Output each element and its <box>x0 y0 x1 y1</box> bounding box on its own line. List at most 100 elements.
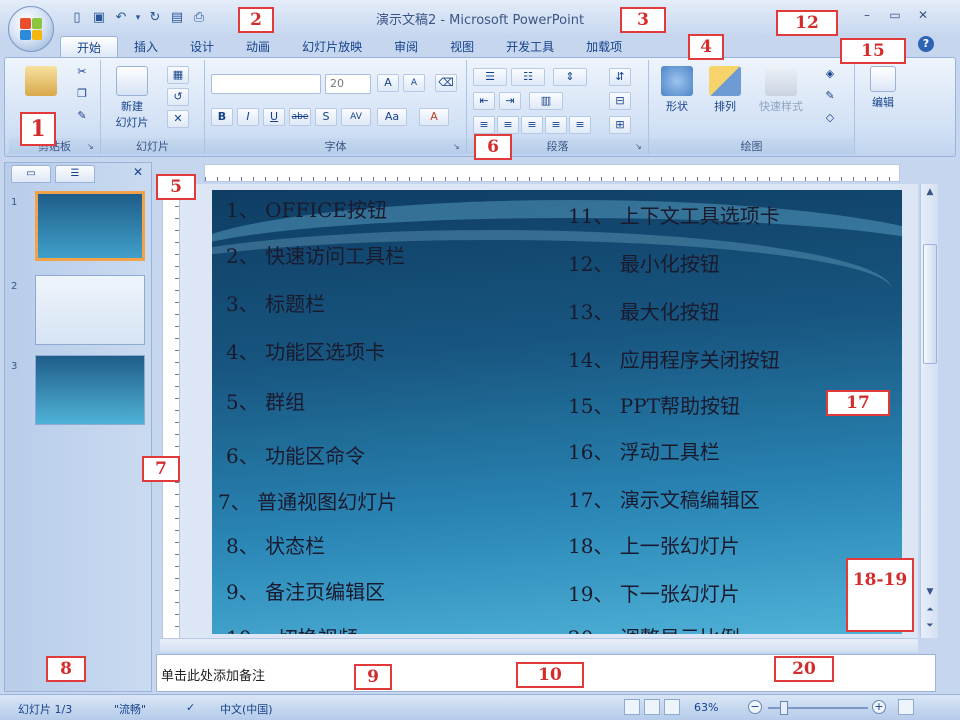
shapes-button[interactable]: 形状 <box>655 66 699 114</box>
tab-view[interactable]: 视图 <box>434 36 490 58</box>
close-button[interactable]: ✕ <box>912 6 934 24</box>
maximize-button[interactable]: ▭ <box>884 6 906 24</box>
new-slide-label: 新建 <box>121 100 143 113</box>
underline-button[interactable]: U <box>263 108 285 126</box>
font-launcher-icon[interactable]: ↘ <box>453 142 463 152</box>
previous-slide-button[interactable]: ⏶ <box>922 602 938 618</box>
tab-animation[interactable]: 动画 <box>230 36 286 58</box>
group-font: 20 A A ⌫ B I U abe S AV Aa A 字体 ↘ <box>205 60 467 154</box>
arrange-button[interactable]: 排列 <box>703 66 747 114</box>
shadow-button[interactable]: S <box>315 108 337 126</box>
new-file-icon[interactable]: ▯ <box>68 9 86 27</box>
undo-icon[interactable]: ↶ <box>112 9 130 27</box>
numbering-icon[interactable]: ☷ <box>511 68 545 86</box>
bold-button[interactable]: B <box>211 108 233 126</box>
bullets-icon[interactable]: ☰ <box>473 68 507 86</box>
vertical-scrollbar[interactable]: ▲ ▼ ⏶ ⏷ <box>920 184 938 638</box>
zoom-in-button[interactable]: + <box>872 700 886 714</box>
next-slide-button[interactable]: ⏷ <box>922 618 938 634</box>
tab-design[interactable]: 设计 <box>174 36 230 58</box>
shape-effects-icon[interactable]: ◇ <box>819 110 841 128</box>
align-text-icon[interactable]: ⊟ <box>609 92 631 110</box>
slides-tab[interactable]: ▭ <box>11 165 51 183</box>
spell-check-icon[interactable]: ✓ <box>186 701 195 714</box>
text-direction-icon[interactable]: ⇵ <box>609 68 631 86</box>
change-case-button[interactable]: Aa <box>377 108 407 126</box>
grow-font-button[interactable]: A <box>377 74 399 92</box>
edit-button[interactable]: 编辑 <box>863 66 903 110</box>
horizontal-ruler[interactable] <box>204 164 900 182</box>
shape-fill-icon[interactable]: ◈ <box>819 66 841 84</box>
quick-styles-button[interactable]: 快速样式 <box>751 66 811 114</box>
group-editing: 编辑 <box>855 60 911 154</box>
cut-icon[interactable]: ✂ <box>71 64 93 82</box>
reset-icon[interactable]: ↺ <box>167 88 189 106</box>
vertical-ruler[interactable] <box>162 190 180 640</box>
align-left-icon[interactable]: ≡ <box>473 116 495 134</box>
distribute-icon[interactable]: ≡ <box>569 116 591 134</box>
normal-view-button[interactable] <box>624 699 640 715</box>
language-indicator[interactable]: 中文(中国) <box>220 701 273 717</box>
tab-developer[interactable]: 开发工具 <box>490 36 570 58</box>
shapes-icon <box>661 66 693 96</box>
char-spacing-button[interactable]: AV <box>341 108 371 126</box>
zoom-level[interactable]: 63% <box>694 701 718 714</box>
office-button[interactable] <box>8 6 54 52</box>
decrease-indent-icon[interactable]: ⇤ <box>473 92 495 110</box>
format-painter-icon[interactable]: ✎ <box>71 108 93 126</box>
tab-home[interactable]: 开始 <box>60 36 119 58</box>
scroll-thumb[interactable] <box>923 244 937 364</box>
font-size-combo[interactable]: 20 <box>325 74 371 94</box>
layout-icon[interactable]: ▦ <box>167 66 189 84</box>
scroll-up-icon[interactable]: ▲ <box>922 184 938 200</box>
help-button[interactable]: ? <box>918 36 934 52</box>
new-slide-button[interactable]: 新建 幻灯片 <box>107 66 157 130</box>
delete-slide-icon[interactable]: ✕ <box>167 110 189 128</box>
slide-canvas[interactable]: 1、 OFFICE按钮 2、 快速访问工具栏 3、 标题栏 4、 功能区选项卡 … <box>212 190 902 634</box>
align-center-icon[interactable]: ≡ <box>497 116 519 134</box>
tab-slideshow[interactable]: 幻灯片放映 <box>286 36 378 58</box>
callout-label: 3 <box>620 7 666 33</box>
dialog-launcher-icon[interactable]: ↘ <box>87 142 97 152</box>
increase-indent-icon[interactable]: ⇥ <box>499 92 521 110</box>
zoom-slider-handle[interactable] <box>780 701 788 715</box>
italic-button[interactable]: I <box>237 108 259 126</box>
minimize-button[interactable]: – <box>856 6 878 24</box>
font-name-combo[interactable] <box>211 74 321 94</box>
font-color-icon[interactable]: A <box>419 108 449 126</box>
outline-tab-icon: ☰ <box>70 168 80 179</box>
slide-thumbnail-1[interactable] <box>35 191 145 261</box>
slideshow-view-button[interactable] <box>664 699 680 715</box>
smartart-icon[interactable]: ⊞ <box>609 116 631 134</box>
strikethrough-button[interactable]: abe <box>289 108 311 126</box>
close-panel-icon[interactable]: ✕ <box>133 165 143 179</box>
outline-tab[interactable]: ☰ <box>55 165 95 183</box>
fit-to-window-button[interactable] <box>898 699 914 715</box>
shape-outline-icon[interactable]: ✎ <box>819 88 841 106</box>
tab-review[interactable]: 审阅 <box>378 36 434 58</box>
dropdown-icon[interactable]: ▾ <box>134 9 142 27</box>
horizontal-scrollbar[interactable] <box>160 638 918 652</box>
open-folder-icon[interactable]: ▤ <box>168 9 186 27</box>
slide-item: 1、 OFFICE按钮 <box>226 198 388 222</box>
redo-icon[interactable]: ↻ <box>146 9 164 27</box>
save-icon[interactable]: ▣ <box>90 9 108 27</box>
columns-icon[interactable]: ▥ <box>529 92 563 110</box>
copy-icon[interactable]: ❐ <box>71 86 93 104</box>
tab-insert[interactable]: 插入 <box>118 36 174 58</box>
scroll-down-icon[interactable]: ▼ <box>922 584 938 600</box>
clear-format-icon[interactable]: ⌫ <box>435 74 457 92</box>
justify-icon[interactable]: ≡ <box>545 116 567 134</box>
slide-thumbnail-2[interactable] <box>35 275 145 345</box>
window-title: 演示文稿2 - Microsoft PowerPoint <box>375 13 585 28</box>
paste-icon[interactable] <box>25 66 57 96</box>
print-preview-icon[interactable]: ⎙ <box>190 9 208 27</box>
zoom-out-button[interactable]: − <box>748 700 762 714</box>
paragraph-launcher-icon[interactable]: ↘ <box>635 142 645 152</box>
line-spacing-icon[interactable]: ⇕ <box>553 68 587 86</box>
align-right-icon[interactable]: ≡ <box>521 116 543 134</box>
slide-sorter-button[interactable] <box>644 699 660 715</box>
shrink-font-button[interactable]: A <box>403 74 425 92</box>
slide-thumbnail-3[interactable] <box>35 355 145 425</box>
tab-addins[interactable]: 加载项 <box>570 36 638 58</box>
